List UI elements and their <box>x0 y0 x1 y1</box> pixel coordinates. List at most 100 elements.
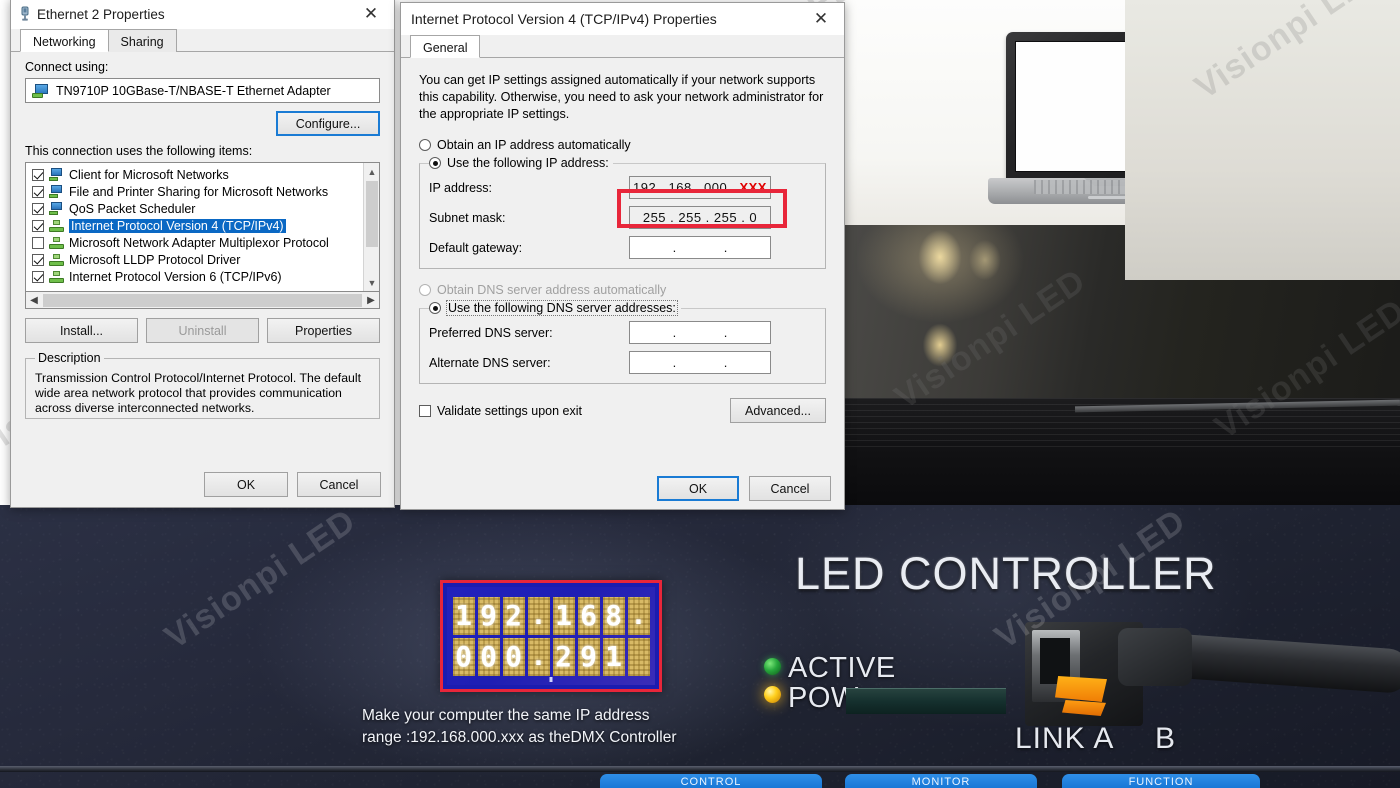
radio-icon[interactable] <box>429 302 441 314</box>
preferred-dns-field[interactable]: . . <box>629 321 771 344</box>
close-icon[interactable]: ✕ <box>354 0 388 28</box>
led-digit: 0 <box>502 637 525 676</box>
panel-slot <box>846 688 1006 714</box>
led-digit: . <box>527 596 550 635</box>
default-gateway-field[interactable]: . . <box>629 236 771 259</box>
validate-settings-checkbox[interactable]: Validate settings upon exit <box>419 404 582 418</box>
checkbox-icon[interactable] <box>32 253 44 266</box>
led-numeric-display: 1 9 2 . 1 6 8 . 0 0 0 . 2 9 1 <box>440 580 662 692</box>
subnet-mask-field[interactable]: 255 . 255 . 255 . 0 <box>629 206 771 229</box>
adapter-combobox[interactable]: TN9710P 10GBase-T/NBASE-T Ethernet Adapt… <box>25 78 380 103</box>
network-client-icon <box>49 185 64 198</box>
led-digit: . <box>527 637 550 676</box>
radio-use-following-dns[interactable]: Use the following DNS server addresses: <box>429 300 678 316</box>
list-item[interactable]: Microsoft Network Adapter Multiplexor Pr… <box>29 234 377 251</box>
properties-button[interactable]: Properties <box>267 318 380 343</box>
led-digit: 0 <box>452 637 475 676</box>
led-digit <box>627 637 650 676</box>
validate-settings-label: Validate settings upon exit <box>437 403 583 418</box>
ethernet-dialog-title: Ethernet 2 Properties <box>37 6 165 22</box>
ok-button[interactable]: OK <box>204 472 288 497</box>
tab-general[interactable]: General <box>410 35 481 58</box>
tcpip-tabstrip: General <box>401 35 844 58</box>
advanced-button[interactable]: Advanced... <box>730 398 826 423</box>
list-item-label-selected: Internet Protocol Version 4 (TCP/IPv4) <box>69 218 286 233</box>
list-item[interactable]: QoS Packet Scheduler <box>29 200 377 217</box>
active-led-label: ACTIVE <box>788 652 896 684</box>
ethernet-properties-dialog: Ethernet 2 Properties ✕ Networking Shari… <box>10 0 395 508</box>
radio-obtain-ip-auto[interactable]: Obtain an IP address automatically <box>419 138 826 152</box>
list-item-label: Microsoft Network Adapter Multiplexor Pr… <box>69 235 329 250</box>
radio-icon[interactable] <box>419 139 431 151</box>
alternate-dns-label: Alternate DNS server: <box>429 355 551 370</box>
bottom-button-monitor[interactable]: MONITOR <box>845 774 1037 788</box>
default-gateway-label: Default gateway: <box>429 240 523 255</box>
checkbox-icon[interactable] <box>32 185 44 198</box>
ip-address-label: IP address: <box>429 180 493 195</box>
configure-button[interactable]: Configure... <box>276 111 380 136</box>
radio-icon[interactable] <box>429 157 441 169</box>
tcpip-properties-dialog: Internet Protocol Version 4 (TCP/IPv4) P… <box>400 2 845 510</box>
list-vertical-scrollbar[interactable]: ▲ ▼ <box>363 163 379 291</box>
led-digit: 9 <box>577 637 600 676</box>
adapter-name: TN9710P 10GBase-T/NBASE-T Ethernet Adapt… <box>56 83 331 98</box>
list-item[interactable]: Internet Protocol Version 6 (TCP/IPv6) <box>29 268 377 285</box>
ip-address-value: 192 . 168 . 000 . <box>633 180 736 195</box>
checkbox-icon[interactable] <box>419 404 431 417</box>
scroll-left-icon[interactable]: ◀ <box>26 295 42 306</box>
network-client-icon <box>49 168 64 181</box>
radio-use-following-dns-label: Use the following DNS server addresses: <box>446 300 678 316</box>
network-items-list[interactable]: Client for Microsoft Networks File and P… <box>25 162 380 292</box>
bottom-button-function[interactable]: FUNCTION <box>1062 774 1260 788</box>
list-item[interactable]: Internet Protocol Version 4 (TCP/IPv4) <box>29 217 377 234</box>
connect-using-label: Connect using: <box>25 60 109 74</box>
ip-address-field[interactable]: 192 . 168 . 000 . XXX <box>629 176 771 199</box>
photo-caption: Make your computer the same IP address r… <box>362 705 782 749</box>
radio-use-following-ip-label: Use the following IP address: <box>447 156 609 170</box>
checkbox-icon[interactable] <box>32 236 44 249</box>
alternate-dns-field[interactable]: . . <box>629 351 771 374</box>
hscrollbar-thumb[interactable] <box>43 293 362 307</box>
checkbox-icon[interactable] <box>32 202 44 215</box>
link-b-label: B <box>1155 722 1177 755</box>
power-led <box>764 686 781 703</box>
cancel-button[interactable]: Cancel <box>749 476 831 501</box>
tcpip-dialog-titlebar: Internet Protocol Version 4 (TCP/IPv4) P… <box>401 3 844 35</box>
install-button[interactable]: Install... <box>25 318 138 343</box>
led-digit: 2 <box>552 637 575 676</box>
list-item[interactable]: Microsoft LLDP Protocol Driver <box>29 251 377 268</box>
led-digit: 1 <box>452 596 475 635</box>
ip-address-value-highlight: XXX <box>739 180 767 195</box>
close-icon[interactable]: ✕ <box>804 5 838 33</box>
radio-use-following-ip[interactable]: Use the following IP address: <box>429 156 609 170</box>
scroll-down-icon[interactable]: ▼ <box>364 274 379 291</box>
list-horizontal-scrollbar[interactable]: ◀ ▶ <box>25 292 380 309</box>
cancel-button[interactable]: Cancel <box>297 472 381 497</box>
ok-button[interactable]: OK <box>657 476 739 501</box>
tab-sharing[interactable]: Sharing <box>107 29 177 52</box>
scroll-up-icon[interactable]: ▲ <box>364 163 379 180</box>
radio-obtain-ip-auto-label: Obtain an IP address automatically <box>437 138 631 152</box>
scrollbar-thumb[interactable] <box>366 181 378 247</box>
checkbox-icon[interactable] <box>32 219 44 232</box>
items-label: This connection uses the following items… <box>25 144 253 158</box>
active-led <box>764 658 781 675</box>
ethernet-tabstrip: Networking Sharing <box>11 29 394 52</box>
ethernet-cable-boot <box>1118 628 1192 686</box>
protocol-icon <box>49 236 64 249</box>
list-item[interactable]: Client for Microsoft Networks <box>29 166 377 183</box>
tab-networking[interactable]: Networking <box>20 29 109 52</box>
protocol-icon <box>49 253 64 266</box>
manual-dns-group: Use the following DNS server addresses: … <box>419 300 826 384</box>
caption-line-2: range :192.168.000.xxx as theDMX Control… <box>362 729 677 746</box>
list-item-label: File and Printer Sharing for Microsoft N… <box>69 184 329 199</box>
led-display-screen: 1 9 2 . 1 6 8 . 0 0 0 . 2 9 1 <box>447 587 655 685</box>
led-digit: 0 <box>477 637 500 676</box>
checkbox-icon[interactable] <box>32 270 44 283</box>
bottom-button-control[interactable]: CONTROL <box>600 774 822 788</box>
scroll-right-icon[interactable]: ▶ <box>363 295 379 306</box>
led-digit: 2 <box>502 596 525 635</box>
checkbox-icon[interactable] <box>32 168 44 181</box>
list-item-label: QoS Packet Scheduler <box>69 201 196 216</box>
list-item[interactable]: File and Printer Sharing for Microsoft N… <box>29 183 377 200</box>
